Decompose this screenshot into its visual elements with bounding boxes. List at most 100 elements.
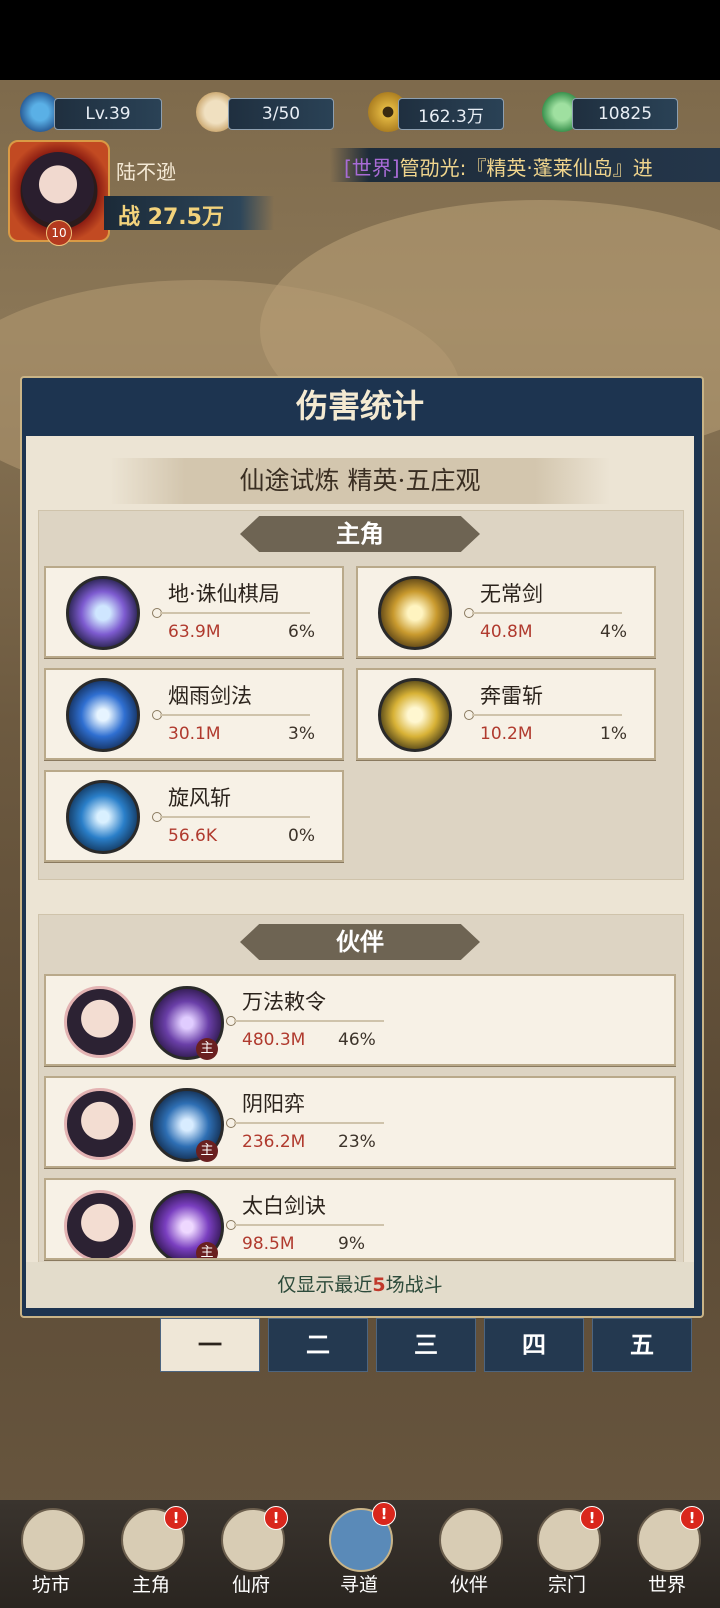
market-icon — [21, 1508, 85, 1572]
progress-line — [160, 816, 310, 818]
nav-label: 宗门 — [547, 1574, 586, 1596]
tab-battle-2[interactable]: 二 — [268, 1318, 368, 1372]
skill-damage: 56.6K — [168, 826, 217, 846]
world-chat-message: [世界]管劭光:『精英·蓬莱仙岛』进 — [344, 152, 653, 181]
partner-avatar — [64, 1088, 136, 1160]
whirlwind-slash-skill-icon — [66, 780, 140, 854]
panel-title: 伤害统计 — [295, 387, 424, 425]
coins-display[interactable]: 162.3万 — [398, 98, 504, 130]
nav-label: 寻道 — [339, 1574, 378, 1596]
note-count: 5 — [372, 1274, 386, 1296]
partner-skill-name: 万法敕令 — [242, 990, 326, 1014]
partner-avatar — [64, 1190, 136, 1258]
nav-label: 仙府 — [231, 1574, 270, 1596]
notification-badge: ! — [580, 1506, 604, 1530]
chat-text: 管劭光:『精英·蓬莱仙岛』进 — [399, 156, 653, 180]
skill-card: 烟雨剑法 30.1M 3% — [44, 668, 344, 760]
recent-battles-note: 仅显示最近5场战斗 — [26, 1262, 694, 1308]
nav-label: 伙伴 — [449, 1574, 488, 1596]
tab-battle-4[interactable]: 四 — [484, 1318, 584, 1372]
progress-line — [234, 1224, 384, 1226]
nav-market[interactable]: 坊市 — [12, 1508, 90, 1604]
skill-card: 旋风斩 56.6K 0% — [44, 770, 344, 862]
chess-board-skill-icon — [66, 576, 140, 650]
partner-card: 主 万法敕令 480.3M 46% — [44, 974, 676, 1066]
protagonist-section-title: 主角 — [336, 519, 384, 548]
progress-line — [160, 714, 310, 716]
progress-line — [234, 1020, 384, 1022]
tab-battle-1[interactable]: 一 — [160, 1318, 260, 1372]
coins-text: 162.3万 — [418, 106, 484, 127]
notification-badge: ! — [264, 1506, 288, 1530]
player-name: 陆不逊 — [116, 160, 176, 184]
jade-display[interactable]: 10825 — [572, 98, 678, 130]
skill-name: 旋风斩 — [168, 786, 231, 810]
golden-sword-skill-icon — [378, 576, 452, 650]
partner-card: 主 阴阳弈 236.2M 23% — [44, 1076, 676, 1168]
nav-protagonist[interactable]: ! 主角 — [112, 1506, 190, 1604]
partner-skill-name: 太白剑诀 — [242, 1194, 326, 1218]
skill-damage: 63.9M — [168, 622, 221, 642]
thunder-slash-skill-icon — [378, 678, 452, 752]
progress-line — [160, 612, 310, 614]
partner-avatar — [64, 986, 136, 1058]
partner-percent: 23% — [338, 1132, 376, 1152]
level-text: Lv.39 — [85, 104, 131, 124]
skill-damage: 10.2M — [480, 724, 533, 744]
skill-name: 地·诛仙棋局 — [168, 582, 280, 606]
partner-percent: 46% — [338, 1030, 376, 1050]
skill-damage: 40.8M — [480, 622, 533, 642]
partner-damage: 236.2M — [242, 1132, 306, 1152]
skill-card: 奔雷斩 10.2M 1% — [356, 668, 656, 760]
partners-icon — [439, 1508, 503, 1572]
partner-section-title: 伙伴 — [336, 927, 384, 956]
nav-label: 世界 — [647, 1574, 686, 1596]
jade-text: 10825 — [597, 104, 653, 124]
battle-subtitle: 仙途试炼 精英·五庄观 — [239, 466, 481, 495]
note-prefix: 仅显示最近 — [277, 1274, 373, 1296]
level-display: Lv.39 — [54, 98, 162, 130]
skill-name: 烟雨剑法 — [168, 684, 252, 708]
progress-line — [472, 714, 622, 716]
skill-percent: 0% — [288, 826, 315, 846]
nav-seek-dao[interactable]: ! 寻道 — [320, 1502, 398, 1604]
nav-immortal-mansion[interactable]: ! 仙府 — [212, 1506, 290, 1604]
notification-badge: ! — [164, 1506, 188, 1530]
skill-name: 无常剑 — [480, 582, 543, 606]
skill-percent: 6% — [288, 622, 315, 642]
main-tag: 主 — [196, 1242, 218, 1258]
skill-card: 无常剑 40.8M 4% — [356, 566, 656, 658]
main-tag: 主 — [196, 1038, 218, 1060]
avatar — [22, 152, 94, 224]
stamina-display[interactable]: 3/50 — [228, 98, 334, 130]
nav-partners[interactable]: 伙伴 — [430, 1508, 508, 1604]
progress-line — [472, 612, 622, 614]
nav-label: 主角 — [131, 1574, 170, 1596]
progress-line — [234, 1122, 384, 1124]
partner-skill-name: 阴阳弈 — [242, 1092, 305, 1116]
skill-percent: 4% — [600, 622, 627, 642]
rain-sword-skill-icon — [66, 678, 140, 752]
notification-badge: ! — [680, 1506, 704, 1530]
notification-badge: ! — [372, 1502, 396, 1526]
nav-world[interactable]: ! 世界 — [628, 1506, 706, 1604]
skill-percent: 1% — [600, 724, 627, 744]
skill-damage: 30.1M — [168, 724, 221, 744]
skill-percent: 3% — [288, 724, 315, 744]
skill-name: 奔雷斩 — [480, 684, 543, 708]
nav-sect[interactable]: ! 宗门 — [528, 1506, 606, 1604]
avatar-level-badge: 10 — [46, 220, 72, 246]
skill-card: 地·诛仙棋局 63.9M 6% — [44, 566, 344, 658]
nav-label: 坊市 — [31, 1574, 70, 1596]
stamina-text: 3/50 — [261, 104, 301, 124]
tab-battle-5[interactable]: 五 — [592, 1318, 692, 1372]
partner-card: 主 太白剑诀 98.5M 9% — [44, 1178, 676, 1260]
partner-damage: 480.3M — [242, 1030, 306, 1050]
status-bar — [0, 0, 720, 80]
main-tag: 主 — [196, 1140, 218, 1162]
partner-damage: 98.5M — [242, 1234, 295, 1254]
combat-power: 战 27.5万 — [118, 205, 224, 230]
tab-battle-3[interactable]: 三 — [376, 1318, 476, 1372]
note-suffix: 场战斗 — [385, 1274, 443, 1296]
partner-percent: 9% — [338, 1234, 365, 1254]
